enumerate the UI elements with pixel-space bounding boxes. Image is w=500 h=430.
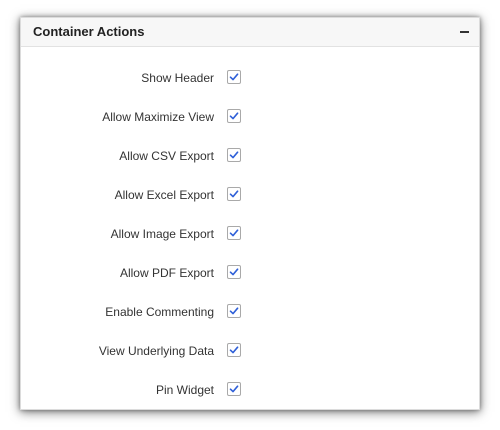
checkmark-icon bbox=[229, 190, 239, 198]
option-label: Pin Widget bbox=[155, 383, 214, 397]
option-row: Pin Widget bbox=[21, 380, 479, 400]
checkmark-icon bbox=[229, 385, 239, 393]
option-checkbox[interactable] bbox=[227, 148, 241, 162]
option-checkbox[interactable] bbox=[227, 343, 241, 357]
option-row: Allow Maximize View bbox=[21, 107, 479, 127]
option-row: Allow Excel Export bbox=[21, 185, 479, 205]
panel-header: Container Actions bbox=[21, 18, 479, 47]
checkmark-icon bbox=[229, 268, 239, 276]
option-row: View Underlying Data bbox=[21, 341, 479, 361]
option-label: Allow Excel Export bbox=[114, 188, 214, 202]
option-row: Allow PDF Export bbox=[21, 263, 479, 283]
option-label: Allow Image Export bbox=[110, 227, 214, 241]
option-row: Allow Image Export bbox=[21, 224, 479, 244]
container-actions-panel: Container Actions Show Header Allow Maxim… bbox=[20, 17, 480, 410]
option-label: Enable Commenting bbox=[105, 305, 214, 319]
option-checkbox[interactable] bbox=[227, 265, 241, 279]
option-checkbox[interactable] bbox=[227, 382, 241, 396]
option-checkbox[interactable] bbox=[227, 70, 241, 84]
checkmark-icon bbox=[229, 307, 239, 315]
option-label: Show Header bbox=[141, 71, 214, 85]
option-label: Allow PDF Export bbox=[119, 266, 214, 280]
checkmark-icon bbox=[229, 229, 239, 237]
minus-icon[interactable] bbox=[455, 22, 473, 40]
option-label: Allow CSV Export bbox=[119, 149, 214, 163]
option-row: Show Header bbox=[21, 68, 479, 88]
checkmark-icon bbox=[229, 151, 239, 159]
option-label: View Underlying Data bbox=[98, 344, 214, 358]
option-row: Enable Commenting bbox=[21, 302, 479, 322]
option-checkbox[interactable] bbox=[227, 109, 241, 123]
option-checkbox[interactable] bbox=[227, 304, 241, 318]
checkmark-icon bbox=[229, 346, 239, 354]
panel-title: Container Actions bbox=[33, 24, 145, 39]
option-row: Allow CSV Export bbox=[21, 146, 479, 166]
option-label: Allow Maximize View bbox=[102, 110, 214, 124]
checkmark-icon bbox=[229, 73, 239, 81]
option-checkbox[interactable] bbox=[227, 226, 241, 240]
checkmark-icon bbox=[229, 112, 239, 120]
option-checkbox[interactable] bbox=[227, 187, 241, 201]
